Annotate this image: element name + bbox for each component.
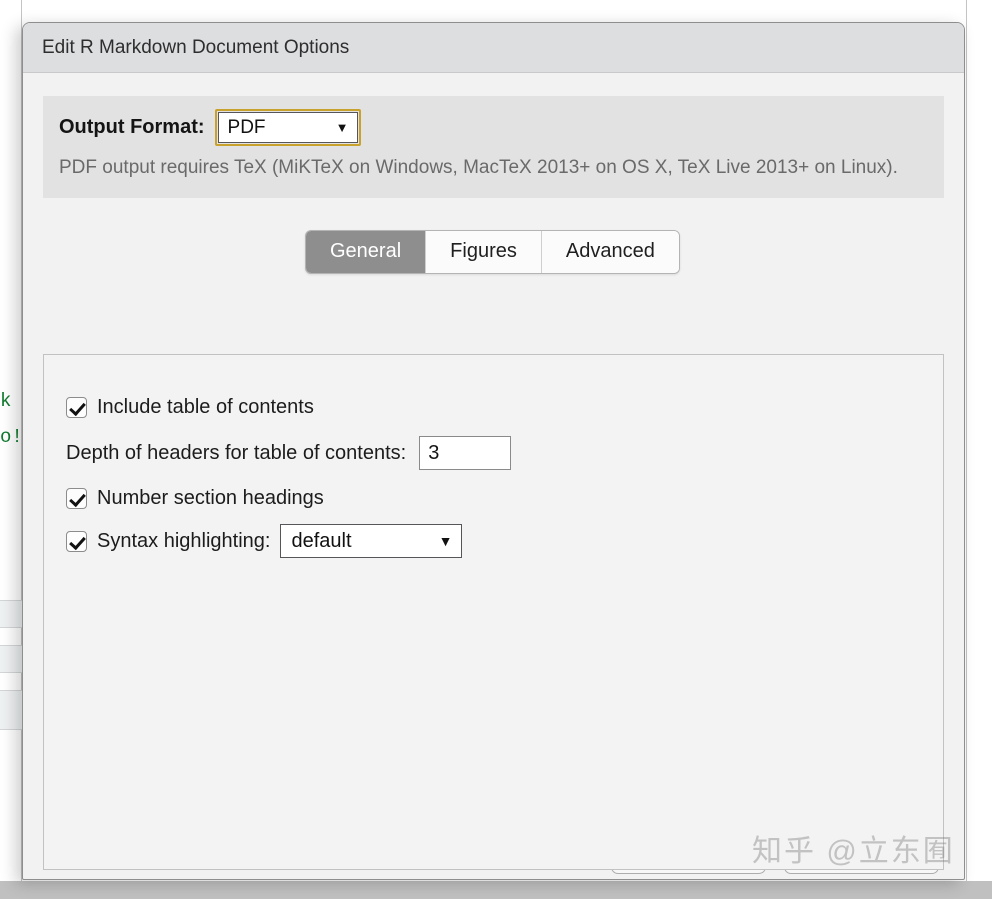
output-format-note: PDF output requires TeX (MiKTeX on Windo… bbox=[59, 157, 898, 178]
background-row-band bbox=[0, 645, 22, 673]
chevron-down-icon: ▼ bbox=[438, 533, 453, 549]
output-format-row: Output Format: PDF ▼ bbox=[59, 109, 928, 146]
syntax-highlighting-row[interactable]: Syntax highlighting: default ▼ bbox=[66, 524, 943, 558]
dialog-title: Edit R Markdown Document Options bbox=[42, 36, 350, 58]
toc-depth-label: Depth of headers for table of contents: bbox=[66, 441, 407, 464]
syntax-highlighting-checkbox[interactable] bbox=[66, 530, 87, 552]
output-format-label: Output Format: bbox=[59, 116, 205, 138]
include-toc-label: Include table of contents bbox=[97, 396, 314, 418]
tab-list: General Figures Advanced bbox=[305, 229, 680, 274]
syntax-highlighting-selected-value: default bbox=[291, 529, 352, 552]
syntax-highlighting-select[interactable]: default ▼ bbox=[280, 524, 463, 558]
background-code-fragment: k bbox=[0, 390, 12, 412]
background-left-pane bbox=[0, 0, 22, 899]
output-format-select[interactable]: PDF ▼ bbox=[217, 112, 358, 143]
background-code-fragment: o! bbox=[0, 426, 23, 448]
include-toc-row[interactable]: Include table of contents bbox=[66, 396, 943, 419]
tab-figures[interactable]: Figures bbox=[426, 230, 542, 273]
dialog-body: Output Format: PDF ▼ PDF output requires… bbox=[23, 73, 964, 879]
include-toc-checkbox[interactable] bbox=[66, 397, 87, 418]
number-sections-checkbox[interactable] bbox=[66, 488, 87, 509]
number-sections-label: Number section headings bbox=[97, 487, 324, 509]
dialog-titlebar: Edit R Markdown Document Options bbox=[23, 23, 964, 73]
background-right-pane bbox=[966, 0, 992, 899]
number-sections-row[interactable]: Number section headings bbox=[66, 487, 943, 510]
output-format-select-focus-ring: PDF ▼ bbox=[214, 109, 361, 146]
background-row-band bbox=[0, 690, 22, 730]
tabs-area: General Figures Advanced bbox=[43, 229, 944, 276]
output-format-box: Output Format: PDF ▼ PDF output requires… bbox=[43, 96, 944, 198]
background-bottom-strip bbox=[0, 881, 992, 899]
toc-depth-row: Depth of headers for table of contents: … bbox=[66, 436, 943, 470]
general-tab-panel: Include table of contents Depth of heade… bbox=[43, 354, 944, 870]
background-row-band bbox=[0, 600, 22, 628]
output-format-selected-value: PDF bbox=[227, 116, 266, 138]
edit-rmarkdown-options-dialog: Edit R Markdown Document Options Output … bbox=[22, 22, 965, 880]
chevron-down-icon: ▼ bbox=[335, 120, 349, 135]
syntax-highlighting-label: Syntax highlighting: bbox=[97, 529, 271, 552]
tab-general[interactable]: General bbox=[306, 230, 427, 273]
toc-depth-input[interactable]: 3 bbox=[419, 436, 512, 470]
general-options-list: Include table of contents Depth of heade… bbox=[44, 355, 943, 558]
tab-advanced[interactable]: Advanced bbox=[541, 230, 679, 273]
